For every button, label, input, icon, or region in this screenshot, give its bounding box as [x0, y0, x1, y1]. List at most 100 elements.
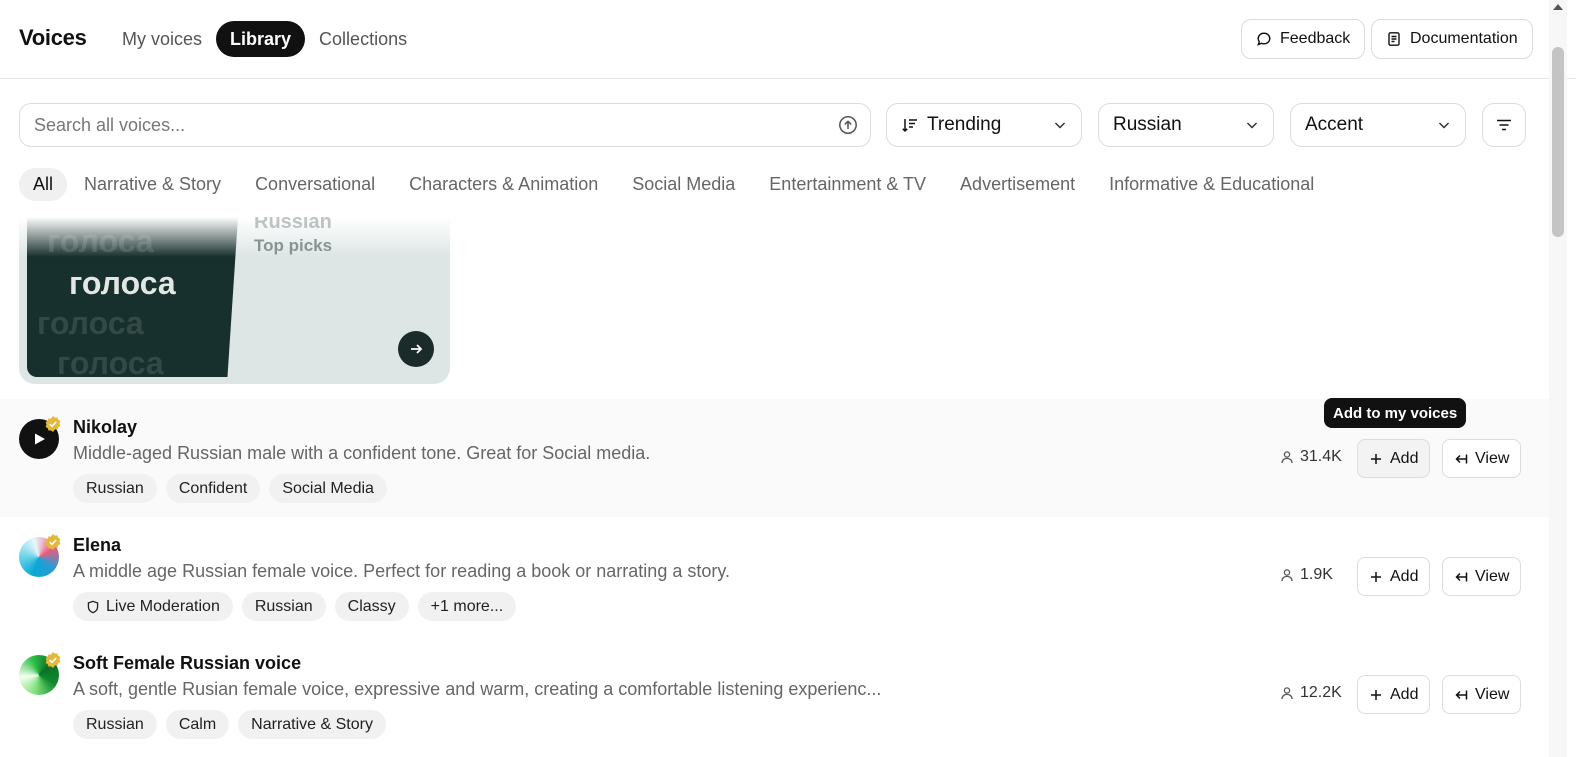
- tag-live-moderation[interactable]: Live Moderation: [73, 592, 233, 621]
- usage-value: 31.4K: [1300, 448, 1342, 465]
- accent-value: Accent: [1305, 114, 1364, 135]
- category-informative[interactable]: Informative & Educational: [1092, 168, 1331, 201]
- category-all[interactable]: All: [19, 168, 68, 201]
- more-tags[interactable]: +1 more...: [417, 592, 517, 621]
- user-icon: [1281, 569, 1293, 582]
- voice-tags: Russian Calm Narrative & Story: [73, 710, 386, 739]
- usage-count: 12.2K: [1280, 684, 1342, 702]
- verified-badge-icon: [45, 652, 61, 668]
- collection-subtitle: Top picks: [254, 236, 333, 255]
- voice-row[interactable]: Soft Female Russian voice A soft, gentle…: [0, 635, 1549, 753]
- chat-bubble-icon: [1257, 32, 1271, 46]
- accent-select[interactable]: Accent: [1290, 103, 1466, 147]
- upload-audio-icon[interactable]: [838, 115, 858, 135]
- tab-collections[interactable]: Collections: [305, 21, 421, 57]
- voice-description: A middle age Russian female voice. Perfe…: [73, 561, 731, 581]
- tag-label: Live Moderation: [106, 597, 220, 615]
- add-label: Add: [1390, 567, 1419, 585]
- search-box: [19, 103, 871, 147]
- feedback-label: Feedback: [1280, 30, 1351, 47]
- plus-icon: [1371, 453, 1381, 464]
- sort-icon: [902, 119, 917, 133]
- tab-library[interactable]: Library: [216, 21, 306, 57]
- chevron-down-icon: [1438, 122, 1450, 129]
- voice-description: A soft, gentle Rusian female voice, expr…: [73, 679, 882, 699]
- arrow-left-bar-icon: [1455, 454, 1468, 463]
- shield-icon: [87, 600, 99, 613]
- arrow-left-bar-icon: [1455, 572, 1468, 581]
- chevron-down-icon: [1246, 122, 1258, 129]
- sort-select[interactable]: Trending: [886, 103, 1082, 147]
- category-characters[interactable]: Characters & Animation: [392, 168, 615, 201]
- scrollbar-thumb[interactable]: [1552, 47, 1564, 237]
- verified-badge-icon: [45, 534, 61, 550]
- document-icon: [1388, 32, 1400, 46]
- art-word: голоса: [37, 305, 144, 341]
- add-voice-button[interactable]: Add: [1357, 557, 1431, 596]
- view-voice-button[interactable]: View: [1442, 675, 1522, 714]
- collection-open-button[interactable]: [398, 331, 434, 367]
- voice-name[interactable]: Soft Female Russian voice: [73, 653, 301, 674]
- tag[interactable]: Social Media: [269, 474, 387, 503]
- verified-badge-icon: [45, 416, 61, 432]
- voice-name[interactable]: Elena: [73, 535, 121, 556]
- tab-my-voices[interactable]: My voices: [108, 21, 216, 57]
- add-label: Add: [1390, 449, 1419, 467]
- category-chips: All Narrative & Story Conversational Cha…: [19, 168, 1331, 201]
- add-label: Add: [1390, 685, 1419, 703]
- collection-card[interactable]: голоса голоса голоса голоса Russian Top …: [19, 217, 450, 384]
- feedback-button[interactable]: Feedback: [1241, 19, 1366, 59]
- add-tooltip: Add to my voices: [1324, 398, 1467, 428]
- category-conversational[interactable]: Conversational: [238, 168, 392, 201]
- play-icon: [35, 433, 45, 445]
- filter-button[interactable]: [1482, 103, 1526, 147]
- category-narrative[interactable]: Narrative & Story: [67, 168, 238, 201]
- voice-row[interactable]: Elena A middle age Russian female voice.…: [0, 517, 1549, 635]
- language-value: Russian: [1113, 114, 1182, 135]
- scroll-up-icon[interactable]: [1553, 4, 1563, 10]
- plus-icon: [1371, 571, 1381, 582]
- view-label: View: [1475, 685, 1510, 703]
- tag[interactable]: Calm: [165, 710, 230, 739]
- search-input[interactable]: [34, 104, 824, 146]
- usage-value: 12.2K: [1300, 684, 1342, 701]
- add-voice-button[interactable]: Add: [1357, 675, 1431, 714]
- tag[interactable]: Russian: [241, 592, 326, 621]
- chevron-down-icon: [1054, 122, 1066, 129]
- tag[interactable]: Classy: [334, 592, 409, 621]
- voice-tags: Live Moderation Russian Classy +1 more..…: [73, 592, 517, 621]
- art-word: голоса: [69, 265, 176, 301]
- top-bar: Voices My voices Library Collections Fee…: [0, 0, 1576, 79]
- category-entertainment[interactable]: Entertainment & TV: [752, 168, 943, 201]
- tag[interactable]: Confident: [165, 474, 261, 503]
- tag[interactable]: Russian: [73, 710, 157, 739]
- voice-tags: Russian Confident Social Media: [73, 474, 387, 503]
- tag[interactable]: Narrative & Story: [238, 710, 386, 739]
- documentation-label: Documentation: [1410, 30, 1518, 47]
- art-word: голоса: [57, 345, 164, 377]
- view-voice-button[interactable]: View: [1442, 439, 1522, 478]
- voice-name[interactable]: Nikolay: [73, 417, 137, 438]
- category-social-media[interactable]: Social Media: [615, 168, 752, 201]
- collection-title: Russian: [254, 217, 332, 233]
- usage-count: 31.4K: [1280, 448, 1342, 466]
- page-title: Voices: [19, 25, 87, 50]
- category-advertisement[interactable]: Advertisement: [943, 168, 1092, 201]
- arrow-left-bar-icon: [1455, 690, 1468, 699]
- documentation-button[interactable]: Documentation: [1371, 19, 1533, 59]
- card-fade: [19, 217, 450, 257]
- view-label: View: [1475, 567, 1510, 585]
- voice-row[interactable]: Nikolay Middle-aged Russian male with a …: [0, 399, 1549, 517]
- voice-description: Middle-aged Russian male with a confiden…: [73, 443, 651, 463]
- add-voice-button[interactable]: Add: [1357, 439, 1431, 478]
- user-icon: [1281, 687, 1293, 700]
- sort-value: Trending: [927, 114, 1002, 135]
- usage-count: 1.9K: [1280, 566, 1333, 584]
- tag[interactable]: Russian: [73, 474, 157, 503]
- plus-icon: [1371, 689, 1381, 700]
- language-select[interactable]: Russian: [1098, 103, 1274, 147]
- view-label: View: [1475, 449, 1510, 467]
- view-voice-button[interactable]: View: [1442, 557, 1522, 596]
- usage-value: 1.9K: [1300, 566, 1333, 583]
- user-icon: [1281, 451, 1293, 464]
